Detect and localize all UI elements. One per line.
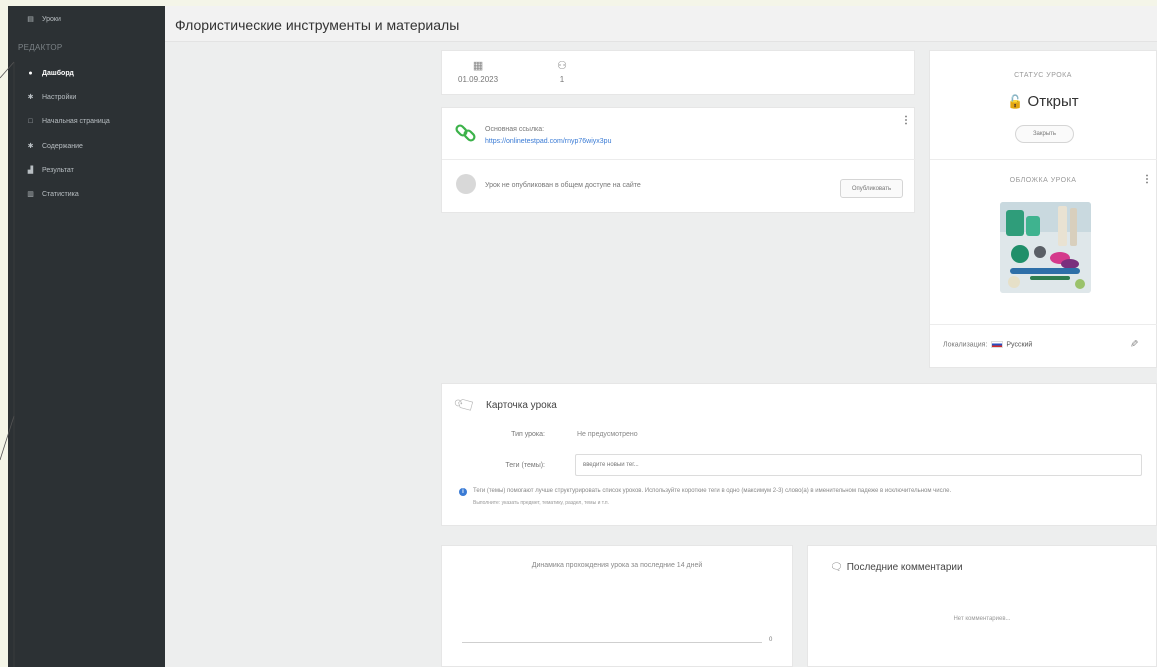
russia-flag-icon — [991, 341, 1004, 348]
no-comments-text: Нет комментариев... — [953, 616, 1011, 622]
unpublished-text: Урок не опубликован в общем доступе на с… — [485, 182, 641, 189]
localization-value: Русский — [1006, 341, 1033, 349]
sidebar-item-settings[interactable]: ✱ Настройки — [8, 86, 165, 108]
date-value: 01.09.2023 — [458, 75, 499, 84]
sidebar-item-start-page[interactable]: □ Начальная страница — [8, 110, 165, 132]
lesson-type-value: Не предусмотрено — [577, 431, 638, 438]
page-title: Флористические инструменты и материалы — [175, 17, 460, 33]
sidebar-item-label: Дашборд — [42, 69, 74, 77]
sidebar-section-editor: РЕДАКТОР — [18, 43, 63, 52]
participants-value: 1 — [559, 75, 565, 84]
stats-icon: ▥ — [27, 191, 34, 198]
participants-stat: ⚇ 1 — [550, 59, 574, 84]
sidebar: ▤ Уроки РЕДАКТОР ● Дашборд ✱ Настройки □… — [8, 6, 165, 667]
status-card: СТАТУС УРОКА 🔓 Открыт Закрыть ОБЛОЖКА УРО… — [929, 50, 1157, 368]
lesson-cover-image[interactable] — [1000, 202, 1091, 293]
publish-button[interactable]: Опубликовать — [840, 179, 903, 198]
chart-card: Динамика прохождения урока за последние … — [441, 545, 793, 667]
divider — [930, 159, 1157, 160]
localization: Локализация: Русский — [943, 341, 1032, 348]
lesson-card-title: Карточка урока — [486, 400, 557, 411]
close-lesson-button[interactable]: Закрыть — [1015, 125, 1074, 143]
globe-icon — [456, 174, 476, 194]
sidebar-item-dashboard[interactable]: ● Дашборд — [8, 62, 165, 84]
comments-title-label: Последние комментарии — [846, 562, 963, 573]
gear-icon: ✱ — [27, 143, 34, 150]
lesson-url-link[interactable]: https://onlinetestpad.com/rnyp76wiyx3pu — [485, 138, 611, 145]
comments-icon: 🗨 — [830, 562, 843, 573]
cover-heading: ОБЛОЖКА УРОКА — [1009, 177, 1077, 184]
page-header: Флористические инструменты и материалы — [165, 6, 1157, 42]
chart-title: Динамика прохождения урока за последние … — [531, 562, 703, 569]
link-menu-icon[interactable]: ⋮ — [901, 115, 911, 126]
sidebar-item-label: Статистика — [42, 190, 79, 198]
tags-hint: Теги (темы) помогают лучше структурирова… — [473, 488, 952, 494]
chart-x-axis — [462, 642, 762, 643]
divider — [930, 324, 1157, 325]
unlock-icon: 🔓 — [1007, 94, 1024, 109]
link-label: Основная ссылка: — [485, 126, 545, 133]
comments-title: 🗨 Последние комментарии — [830, 562, 963, 573]
link-icon — [455, 124, 476, 142]
sidebar-item-statistics[interactable]: ▥ Статистика — [8, 183, 165, 205]
status-heading: СТАТУС УРОКА — [1014, 72, 1072, 79]
sidebar-item-label: Настройки — [42, 93, 77, 101]
lessons-icon: ▤ — [27, 16, 34, 23]
chart-y-tick-label: 0 — [769, 637, 773, 643]
sidebar-item-results[interactable]: ▟ Результат — [8, 159, 165, 181]
localization-label: Локализация: — [943, 341, 988, 349]
edit-pencil-icon[interactable]: ✎ — [1128, 339, 1139, 347]
page-icon: □ — [28, 117, 33, 125]
frame-left-strip — [0, 0, 8, 667]
cover-menu-icon[interactable]: ⋮ — [1142, 174, 1152, 185]
sidebar-item-lessons[interactable]: ▤ Уроки — [8, 8, 165, 30]
sidebar-item-label: Уроки — [42, 15, 61, 23]
lesson-type-label: Тип урока: — [511, 431, 545, 438]
tags-label: Теги (темы): — [505, 462, 545, 469]
sidebar-item-label: Начальная страница — [42, 117, 110, 125]
sidebar-item-label: Результат — [42, 166, 74, 174]
info-icon: i — [459, 488, 467, 496]
users-icon: ⚇ — [557, 60, 567, 72]
sidebar-item-label: Содержание — [42, 142, 83, 150]
dashboard-icon: ● — [28, 69, 33, 77]
lesson-card: 🏷 Карточка урока Тип урока: Не предусмот… — [441, 383, 1157, 526]
divider — [442, 159, 916, 160]
status-label: Открыт — [1027, 93, 1079, 110]
stats-card: ▦ 01.09.2023 ⚇ 1 — [441, 50, 915, 95]
link-card: Основная ссылка: https://onlinetestpad.c… — [441, 107, 916, 213]
gear-icon: ✱ — [27, 94, 34, 101]
tags-hint-example: Выполните: указать предмет, тематику, ра… — [473, 500, 609, 506]
comments-card: 🗨 Последние комментарии Нет комментариев.… — [807, 545, 1157, 667]
tag-icon: 🏷 — [452, 392, 479, 418]
calendar-icon: ▦ — [472, 60, 484, 72]
tags-input[interactable] — [575, 454, 1142, 476]
sidebar-item-content[interactable]: ✱ Содержание — [8, 135, 165, 157]
date-stat: ▦ 01.09.2023 — [458, 59, 498, 84]
status-value: 🔓 Открыт — [930, 93, 1156, 110]
results-icon: ▟ — [27, 167, 34, 174]
